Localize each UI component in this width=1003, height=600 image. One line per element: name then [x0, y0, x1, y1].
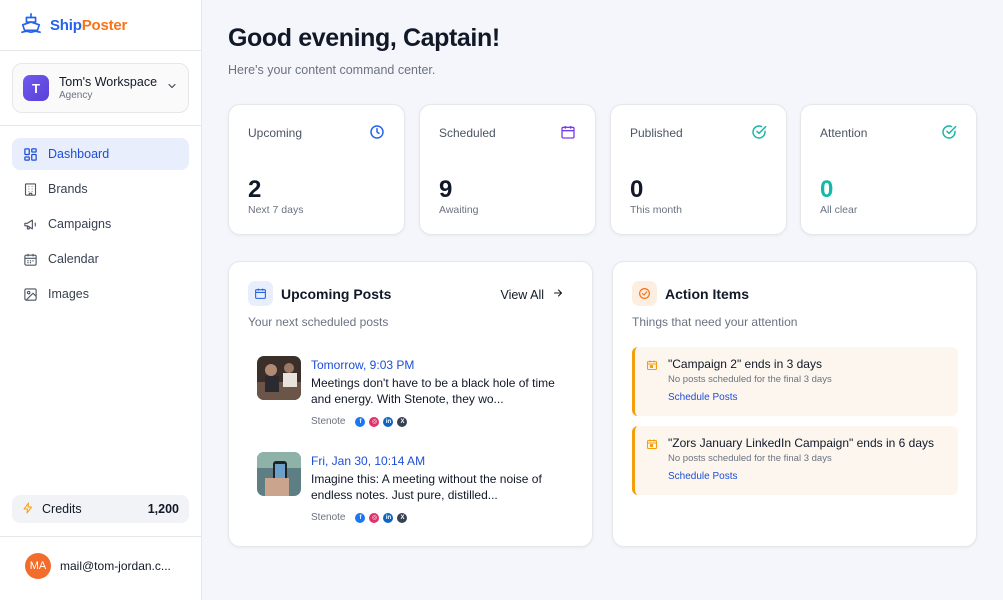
- instagram-icon: ◎: [369, 416, 380, 427]
- schedule-posts-link[interactable]: Schedule Posts: [668, 392, 738, 403]
- sidebar-item-images[interactable]: Images: [12, 278, 189, 310]
- action-description: No posts scheduled for the final 3 days: [668, 453, 832, 464]
- ship-icon: [20, 12, 42, 39]
- stat-card-scheduled[interactable]: Scheduled 9 Awaiting: [419, 104, 596, 235]
- calendar-icon: [248, 281, 273, 306]
- post-thumbnail: [257, 452, 301, 496]
- action-title: "Zors January LinkedIn Campaign" ends in…: [668, 436, 934, 450]
- image-icon: [21, 285, 39, 303]
- divider: [0, 536, 202, 537]
- stat-label: Upcoming: [248, 126, 303, 140]
- user-email: mail@tom-jordan.c...: [60, 559, 171, 573]
- facebook-icon: f: [355, 512, 366, 523]
- chevron-down-icon: [166, 79, 178, 97]
- sidebar-item-label: Images: [48, 287, 89, 301]
- stat-value: 0: [820, 176, 834, 203]
- upcoming-posts-panel: Upcoming Posts View All Your next schedu…: [228, 261, 593, 547]
- divider: [0, 50, 202, 51]
- sidebar-nav: Dashboard Brands Campaigns Calendar Imag…: [12, 138, 189, 313]
- lightning-icon: [22, 502, 34, 517]
- stat-sub: All clear: [820, 204, 858, 216]
- stat-sub: This month: [630, 204, 682, 216]
- action-description: No posts scheduled for the final 3 days: [668, 374, 832, 385]
- stat-label: Attention: [820, 126, 868, 140]
- page-subtitle: Here's your content command center.: [228, 63, 436, 77]
- logo-text: ShipPoster: [50, 16, 128, 34]
- panel-title: Upcoming Posts: [281, 285, 392, 302]
- post-text: Meetings don't have to be a black hole o…: [311, 376, 555, 406]
- facebook-icon: f: [355, 416, 366, 427]
- workspace-type: Agency: [59, 90, 93, 101]
- clock-icon: [369, 124, 385, 140]
- action-title: "Campaign 2" ends in 3 days: [668, 357, 822, 371]
- sidebar-item-dashboard[interactable]: Dashboard: [12, 138, 189, 170]
- calendar-icon: [646, 437, 658, 450]
- stat-value: 9: [439, 176, 453, 203]
- sidebar-item-campaigns[interactable]: Campaigns: [12, 208, 189, 240]
- post-brand: Stenote: [311, 512, 346, 523]
- stat-sub: Awaiting: [439, 204, 479, 216]
- calendar-icon: [21, 250, 39, 268]
- sidebar-item-label: Calendar: [48, 252, 99, 266]
- stat-label: Scheduled: [439, 126, 496, 140]
- sidebar-item-label: Dashboard: [48, 147, 110, 161]
- post-time: Fri, Jan 30, 10:14 AM: [311, 454, 426, 468]
- workspace-name: Tom's Workspace: [59, 75, 158, 89]
- sidebar-item-brands[interactable]: Brands: [12, 173, 189, 205]
- panel-subtitle: Your next scheduled posts: [248, 315, 389, 329]
- megaphone-icon: [21, 215, 39, 233]
- arrow-right-icon: [552, 287, 564, 302]
- post-brand: Stenote: [311, 416, 346, 427]
- action-items-panel: Action Items Things that need your atten…: [612, 261, 977, 547]
- user-menu[interactable]: MA mail@tom-jordan.c...: [25, 553, 171, 579]
- linkedin-icon: in: [383, 416, 394, 427]
- stat-card-published[interactable]: Published 0 This month: [610, 104, 787, 235]
- calendar-icon: [560, 124, 576, 140]
- page-title: Good evening, Captain!: [228, 24, 500, 52]
- dashboard-icon: [21, 145, 39, 163]
- post-thumbnail: [257, 356, 301, 400]
- view-all-label: View All: [500, 287, 544, 302]
- action-item: "Campaign 2" ends in 3 days No posts sch…: [632, 347, 958, 416]
- sidebar-item-label: Brands: [48, 182, 88, 196]
- check-circle-icon: [751, 124, 767, 140]
- workspace-switcher[interactable]: T Tom's Workspace Agency: [12, 63, 189, 113]
- stat-label: Published: [630, 126, 683, 140]
- logo[interactable]: ShipPoster: [20, 12, 128, 39]
- sidebar: ShipPoster T Tom's Workspace Agency Dash…: [0, 0, 202, 600]
- linkedin-icon: in: [383, 512, 394, 523]
- x-icon: X: [397, 512, 408, 523]
- workspace-avatar: T: [23, 75, 49, 101]
- building-icon: [21, 180, 39, 198]
- stat-value: 2: [248, 176, 262, 203]
- post-time: Tomorrow, 9:03 PM: [311, 358, 415, 372]
- schedule-posts-link[interactable]: Schedule Posts: [668, 471, 738, 482]
- divider: [0, 125, 202, 126]
- panel-title: Action Items: [665, 285, 750, 302]
- post-text: Imagine this: A meeting without the nois…: [311, 472, 542, 502]
- stat-card-attention[interactable]: Attention 0 All clear: [800, 104, 977, 235]
- x-icon: X: [397, 416, 408, 427]
- credits-label: Credits: [42, 502, 82, 516]
- instagram-icon: ◎: [369, 512, 380, 523]
- action-item: "Zors January LinkedIn Campaign" ends in…: [632, 426, 958, 495]
- stat-card-upcoming[interactable]: Upcoming 2 Next 7 days: [228, 104, 405, 235]
- panel-subtitle: Things that need your attention: [632, 315, 798, 329]
- stat-sub: Next 7 days: [248, 204, 304, 216]
- calendar-icon: [646, 358, 658, 371]
- sidebar-item-calendar[interactable]: Calendar: [12, 243, 189, 275]
- sidebar-item-label: Campaigns: [48, 217, 112, 231]
- credits-widget[interactable]: Credits 1,200: [12, 495, 189, 523]
- view-all-link[interactable]: View All: [500, 287, 564, 302]
- stat-value: 0: [630, 176, 644, 203]
- check-circle-icon: [941, 124, 957, 140]
- credits-value: 1,200: [147, 502, 179, 516]
- check-circle-icon: [632, 281, 657, 306]
- avatar: MA: [25, 553, 51, 579]
